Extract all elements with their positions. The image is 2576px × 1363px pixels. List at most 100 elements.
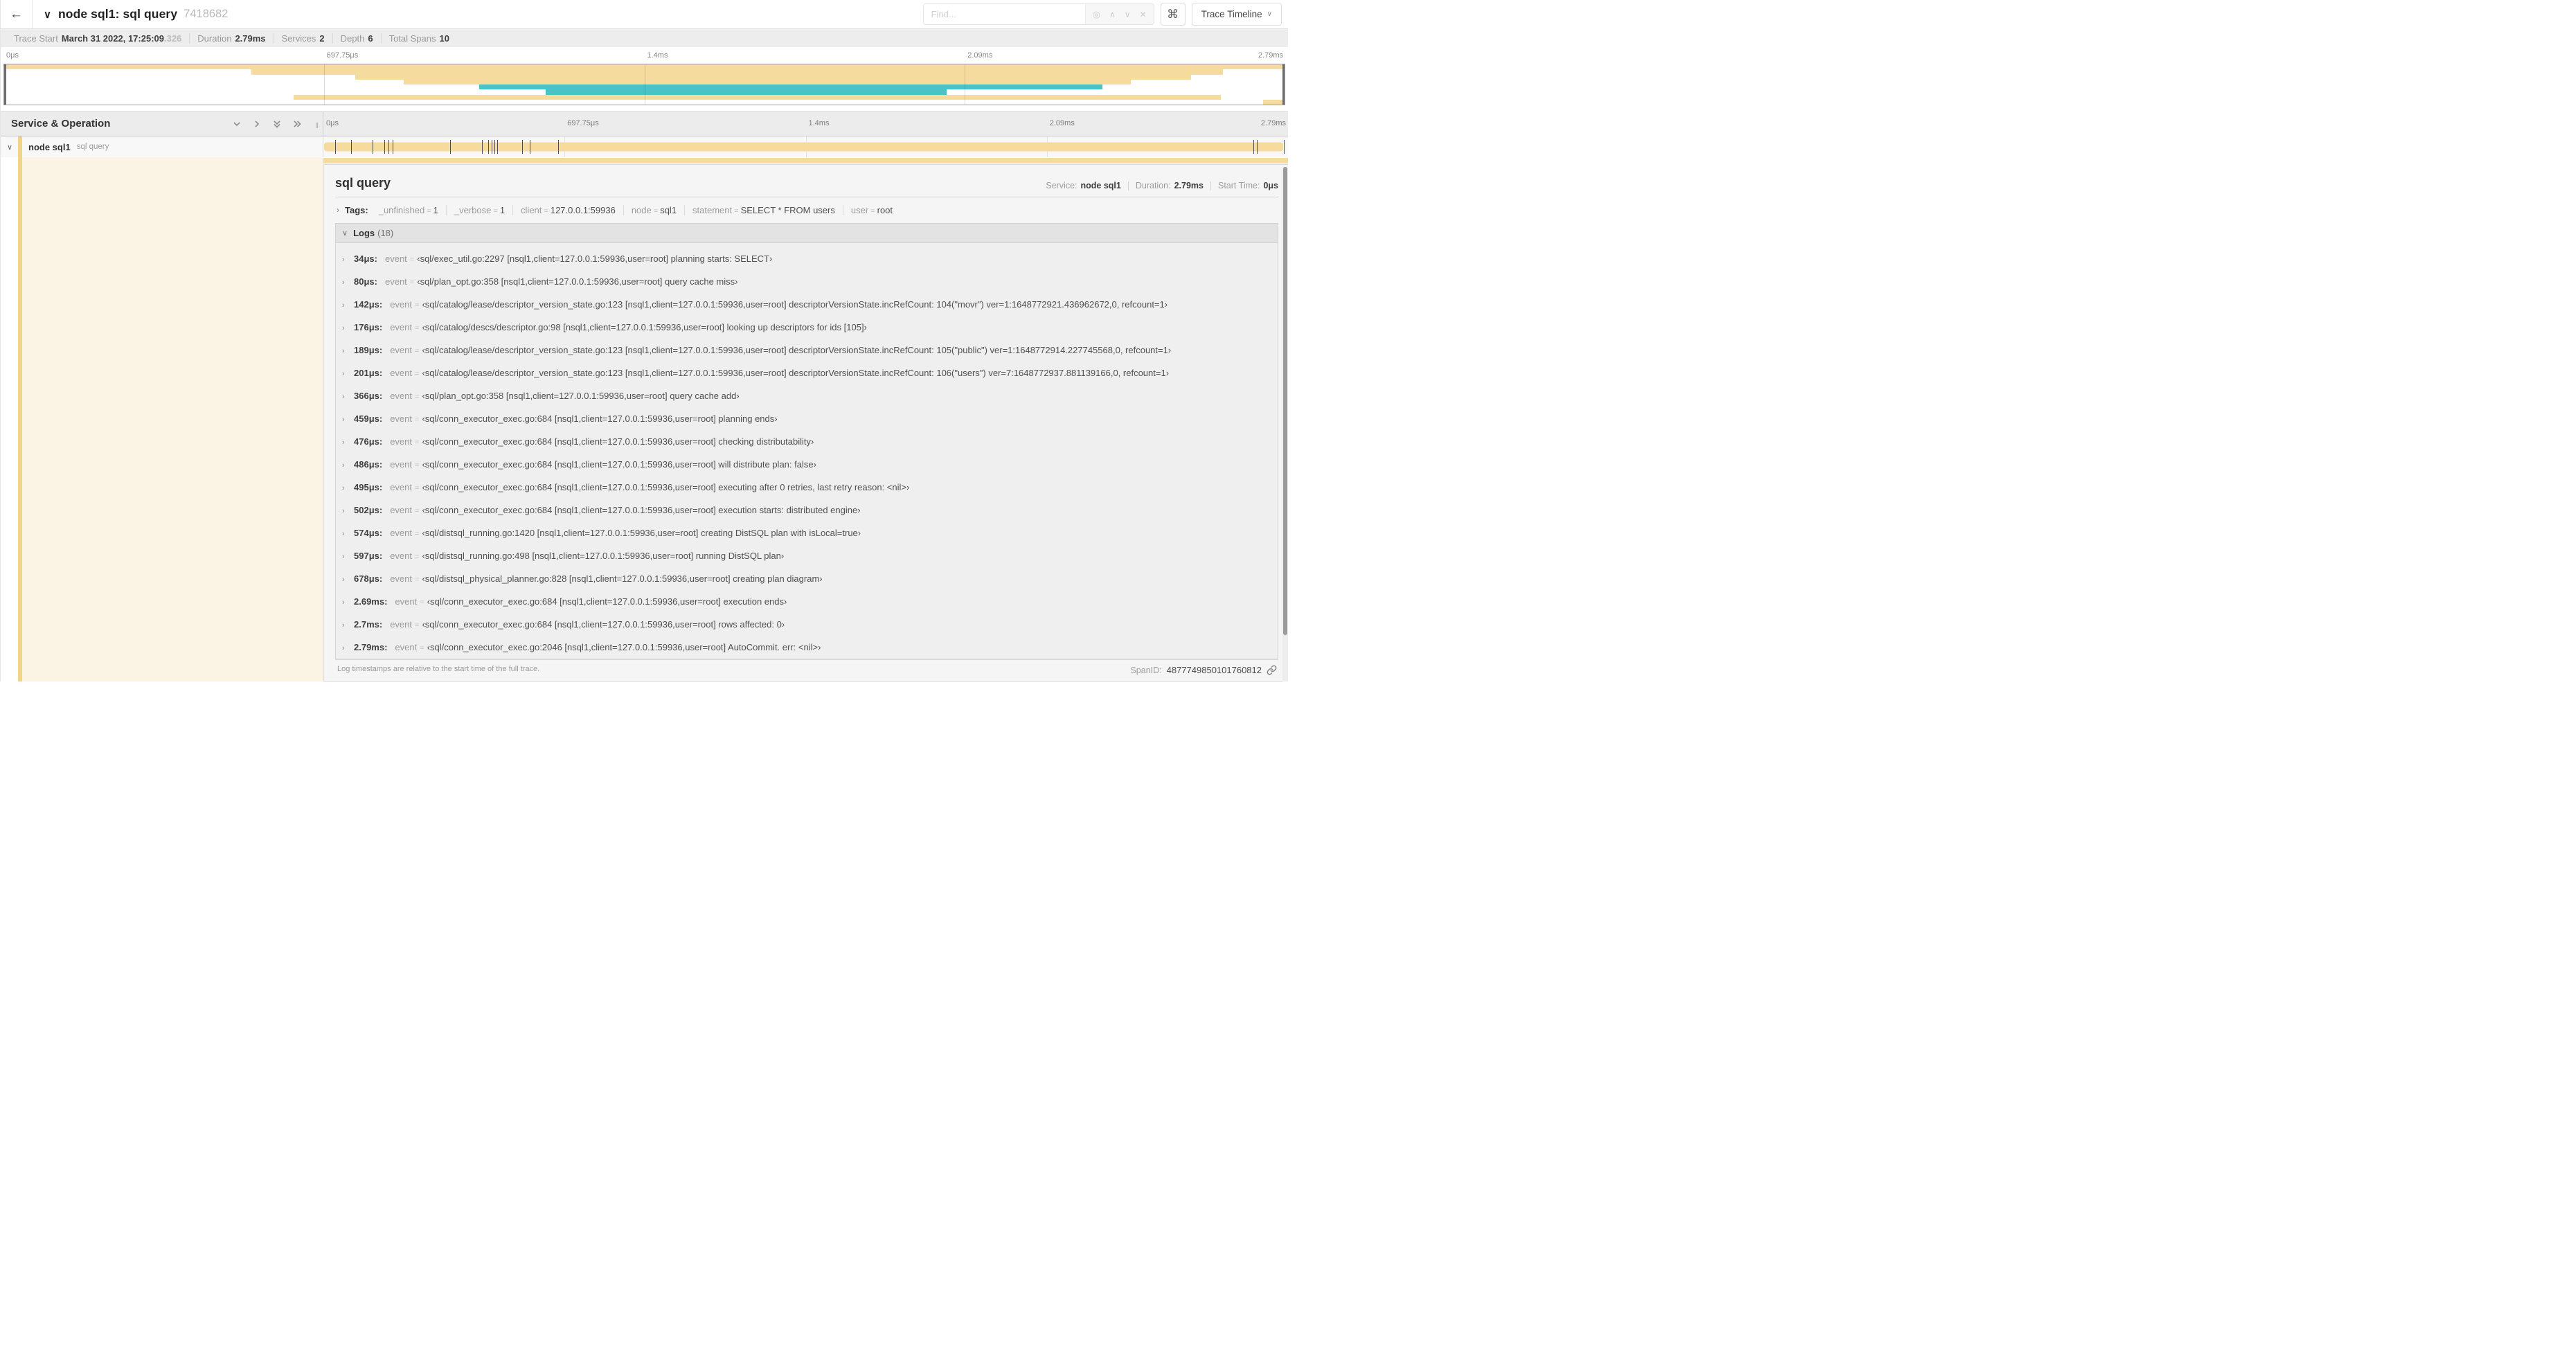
chevron-right-icon[interactable]: › <box>342 644 354 652</box>
find-next-icon[interactable]: ∨ <box>1125 10 1131 19</box>
trace-view-select[interactable]: Trace Timeline ∨ <box>1191 3 1282 26</box>
logs-header[interactable]: ∨ Logs (18) <box>336 223 1278 243</box>
log-row[interactable]: › 2.79ms: event = ‹sql/conn_executor_exec.go… <box>342 636 1272 659</box>
log-row[interactable]: › 574μs: event = ‹sql/distsql_running.go:142… <box>342 522 1272 544</box>
log-timestamp: 34μs: <box>354 253 377 264</box>
log-row[interactable]: › 2.69ms: event = ‹sql/conn_executor_exec.go… <box>342 590 1272 613</box>
minimap-right-scrubber[interactable] <box>1282 64 1285 105</box>
chevron-right-icon[interactable]: › <box>342 598 354 607</box>
equals-sign: = <box>420 643 424 652</box>
log-row[interactable]: › 34μs: event = ‹sql/exec_util.go:2297 [nsql… <box>342 247 1272 270</box>
log-row[interactable]: › 678μs: event = ‹sql/distsql_physical_plann… <box>342 567 1272 590</box>
equals-sign: = <box>420 598 424 607</box>
deep-link-icon[interactable] <box>1267 665 1277 675</box>
log-row[interactable]: › 2.7ms: event = ‹sql/conn_executor_exec.go:… <box>342 613 1272 636</box>
chevron-right-icon[interactable]: › <box>342 484 354 492</box>
span-row[interactable]: ∨ node sql1 sql query <box>1 136 1288 157</box>
logs-list: › 34μs: event = ‹sql/exec_util.go:2297 [nsql… <box>336 243 1278 659</box>
chevron-right-icon[interactable]: › <box>342 576 354 584</box>
log-timestamp: 459μs: <box>354 413 383 424</box>
keyboard-shortcuts-button[interactable]: ⌘ <box>1160 3 1186 26</box>
column-resize-grip[interactable]: ‖ <box>315 122 319 130</box>
tags-row[interactable]: › Tags: _unfinished = 1 _verbose = 1 client = 12… <box>335 197 1278 223</box>
chevron-right-icon[interactable]: › <box>342 621 354 630</box>
chevron-right-icon[interactable]: › <box>342 324 354 332</box>
log-row[interactable]: › 176μs: event = ‹sql/catalog/descs/descript… <box>342 316 1272 339</box>
collapse-all-icon[interactable] <box>272 119 282 129</box>
log-field-value: ‹sql/conn_executor_exec.go:684 [nsql1,cl… <box>427 596 787 607</box>
trace-meta-value: 2.79ms <box>235 33 266 44</box>
log-row[interactable]: › 476μs: event = ‹sql/conn_executor_exec.go:… <box>342 430 1272 453</box>
log-event: event = ‹sql/distsql_running.go:1420 [nsql… <box>390 528 861 538</box>
log-row[interactable]: › 495μs: event = ‹sql/conn_executor_exec.go:… <box>342 476 1272 499</box>
expand-all-icon[interactable] <box>292 119 302 129</box>
equals-sign: = <box>415 392 420 401</box>
equals-sign: = <box>415 323 420 332</box>
minimap-tick-label: 697.75μs <box>326 51 359 60</box>
trace-meta-item: Depth 6 <box>332 33 381 44</box>
minimap-tick-label: 0μs <box>6 51 19 60</box>
minimap-canvas[interactable] <box>3 64 1285 105</box>
chevron-right-icon[interactable]: › <box>342 370 354 378</box>
log-row[interactable]: › 597μs: event = ‹sql/distsql_running.go:498… <box>342 544 1272 567</box>
log-field-value: ‹sql/conn_executor_exec.go:684 [nsql1,cl… <box>422 413 778 424</box>
page-title: node sql1: sql query <box>57 7 178 21</box>
log-row[interactable]: › 366μs: event = ‹sql/plan_opt.go:358 [nsql1… <box>342 384 1272 407</box>
log-field-key: event <box>390 321 413 332</box>
trace-meta-value: 10 <box>439 33 449 44</box>
chevron-right-icon[interactable]: › <box>342 530 354 538</box>
log-row[interactable]: › 459μs: event = ‹sql/conn_executor_exec.go:… <box>342 407 1272 430</box>
collapse-one-icon[interactable] <box>232 119 242 129</box>
log-field-value: ‹sql/plan_opt.go:358 [nsql1,client=127.0… <box>417 276 738 287</box>
log-row[interactable]: › 142μs: event = ‹sql/catalog/lease/descript… <box>342 293 1272 316</box>
start-time-label: Start Time: <box>1218 181 1260 190</box>
span-name-column: ∨ node sql1 sql query <box>1 136 323 157</box>
log-row[interactable]: › 189μs: event = ‹sql/catalog/lease/descript… <box>342 339 1272 362</box>
duration-label: Duration: <box>1135 181 1171 190</box>
tag-key: user <box>850 204 869 215</box>
find-input[interactable] <box>923 4 1085 24</box>
log-marker-tick <box>521 140 523 154</box>
log-field-value: ‹sql/catalog/lease/descriptor_version_st… <box>422 344 1172 355</box>
expand-one-icon[interactable] <box>252 119 262 129</box>
equals-sign: = <box>734 206 739 215</box>
log-field-key: event <box>390 413 413 424</box>
back-button[interactable]: ← <box>1 0 33 28</box>
chevron-right-icon[interactable]: › <box>342 301 354 310</box>
chevron-right-icon[interactable]: › <box>342 416 354 424</box>
span-operation-name: sql query <box>76 143 109 151</box>
span-collapse-chevron-icon[interactable]: ∨ <box>7 143 17 152</box>
chevron-right-icon[interactable]: › <box>342 393 354 401</box>
title-collapse-chevron-icon[interactable]: ∨ <box>44 8 51 21</box>
span-bar-track[interactable] <box>323 136 1288 157</box>
trace-meta-item: Trace Start March 31 2022, 17:25:09.326 <box>6 33 189 44</box>
log-field-key: event <box>390 573 413 584</box>
span-duration-bar[interactable] <box>324 142 1283 152</box>
vertical-scrollbar[interactable] <box>1282 167 1288 682</box>
find-clear-icon[interactable]: ✕ <box>1140 10 1147 19</box>
scrollbar-thumb[interactable] <box>1283 167 1287 636</box>
log-timestamp: 2.79ms: <box>354 641 388 652</box>
equals-sign: = <box>415 461 420 470</box>
chevron-right-icon[interactable]: › <box>342 347 354 355</box>
chevron-right-icon[interactable]: › <box>342 553 354 561</box>
log-marker-tick <box>334 140 336 154</box>
logs-label: Logs <box>353 227 375 238</box>
chevron-right-icon[interactable]: › <box>337 205 339 215</box>
log-timestamp: 678μs: <box>354 573 383 584</box>
log-row[interactable]: › 80μs: event = ‹sql/plan_opt.go:358 [nsql1,… <box>342 270 1272 293</box>
minimap-left-scrubber[interactable] <box>4 64 6 105</box>
chevron-right-icon[interactable]: › <box>342 507 354 515</box>
log-row[interactable]: › 502μs: event = ‹sql/conn_executor_exec.go:… <box>342 499 1272 522</box>
trace-meta-value: March 31 2022, 17:25:09.326 <box>61 33 182 44</box>
chevron-right-icon[interactable]: › <box>342 278 354 287</box>
timeline-header: Service & Operation ‖ 0μs 697.75μs 1.4ms 2.… <box>1 111 1288 136</box>
locate-icon[interactable]: ◎ <box>1093 10 1100 19</box>
chevron-right-icon[interactable]: › <box>342 461 354 470</box>
find-prev-icon[interactable]: ∧ <box>1109 10 1116 19</box>
chevron-right-icon[interactable]: › <box>342 256 354 264</box>
log-row[interactable]: › 201μs: event = ‹sql/catalog/lease/descript… <box>342 362 1272 384</box>
log-field-key: event <box>395 641 418 652</box>
chevron-right-icon[interactable]: › <box>342 438 354 447</box>
log-row[interactable]: › 486μs: event = ‹sql/conn_executor_exec.go:… <box>342 453 1272 476</box>
